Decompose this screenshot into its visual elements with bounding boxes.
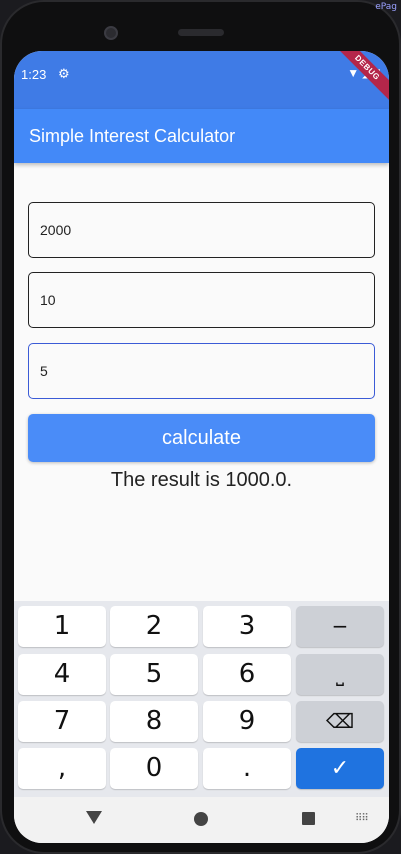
key-6[interactable]: 6	[203, 654, 291, 695]
time-input[interactable]: 10	[28, 272, 375, 328]
key-dot[interactable]: .	[203, 748, 291, 789]
status-time: 1:23	[21, 67, 47, 82]
key-9[interactable]: 9	[203, 701, 291, 742]
key-minus[interactable]: −	[296, 606, 384, 647]
corner-text: ePag	[375, 2, 397, 12]
phone-frame: ePag 1:23 ⚙ ▼ ◢ ▮ DEBUG Simple Interest …	[0, 0, 401, 854]
gear-icon: ⚙	[58, 66, 70, 81]
principal-value: 2000	[40, 222, 72, 238]
app-bar: Simple Interest Calculator	[14, 109, 389, 163]
rate-value: 5	[40, 363, 48, 379]
home-icon[interactable]	[194, 812, 208, 826]
calculate-button[interactable]: calculate	[28, 414, 375, 462]
key-8[interactable]: 8	[110, 701, 198, 742]
key-7[interactable]: 7	[18, 701, 106, 742]
keyboard-switch-icon[interactable]: ⠿⠿	[355, 813, 369, 824]
system-nav-bar: ⠿⠿	[14, 797, 389, 843]
rate-input[interactable]: 5	[28, 343, 375, 399]
key-comma[interactable]: ,	[18, 748, 106, 789]
key-1[interactable]: 1	[18, 606, 106, 647]
key-4[interactable]: 4	[18, 654, 106, 695]
screen: 1:23 ⚙ ▼ ◢ ▮ DEBUG Simple Interest Calcu…	[14, 51, 389, 843]
recents-icon[interactable]	[302, 812, 315, 825]
backspace-icon[interactable]: ⌫	[296, 701, 384, 742]
result-text: The result is 1000.0.	[110, 469, 293, 491]
space-key-icon[interactable]: ⎵	[296, 654, 384, 695]
earpiece-speaker	[178, 29, 224, 36]
key-2[interactable]: 2	[110, 606, 198, 647]
numeric-keyboard: 1 2 3 − 4 5 6 ⎵ 7 8 9 ⌫ , 0 . ✓	[14, 601, 389, 797]
checkmark-icon[interactable]: ✓	[296, 748, 384, 789]
status-bar: 1:23 ⚙ ▼ ◢ ▮ DEBUG	[14, 51, 389, 109]
key-0[interactable]: 0	[110, 748, 198, 789]
time-value: 10	[40, 292, 56, 308]
back-icon[interactable]	[86, 811, 102, 824]
principal-input[interactable]: 2000	[28, 202, 375, 258]
key-3[interactable]: 3	[203, 606, 291, 647]
app-title: Simple Interest Calculator	[29, 126, 236, 146]
key-5[interactable]: 5	[110, 654, 198, 695]
front-camera	[104, 26, 118, 40]
